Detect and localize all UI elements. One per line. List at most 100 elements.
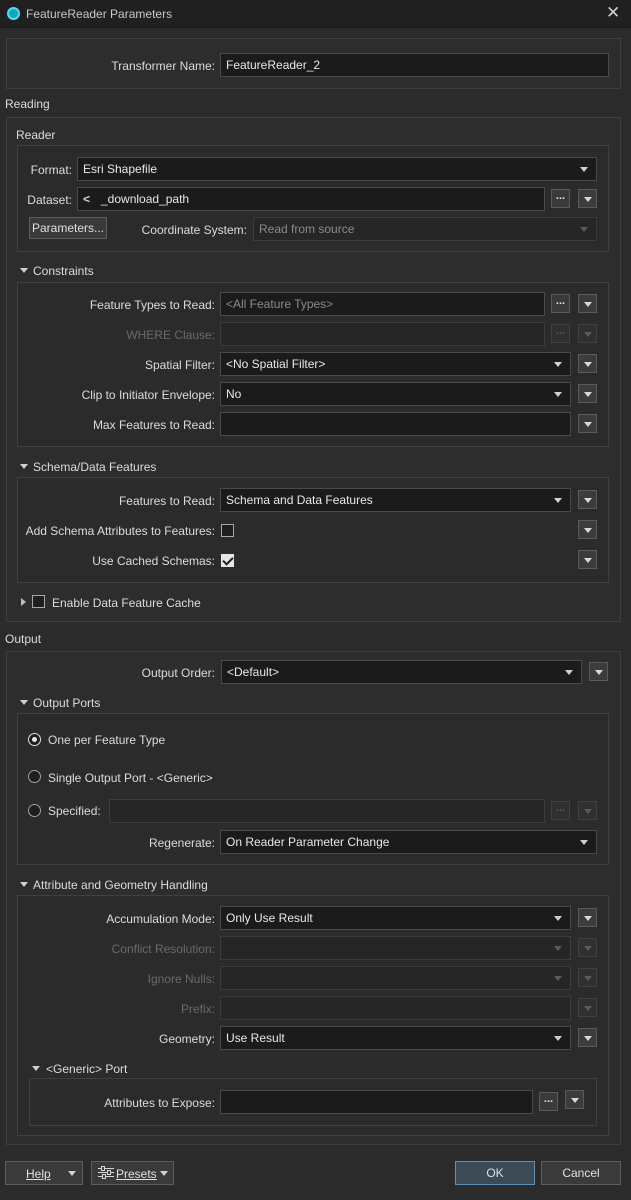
attr-handling-collapse-icon[interactable] xyxy=(20,882,28,887)
output-order-select[interactable]: <Default> xyxy=(221,660,582,684)
prefix-input[interactable] xyxy=(220,996,571,1020)
cache-label: Enable Data Feature Cache xyxy=(52,596,201,610)
feature-types-label: Feature Types to Read: xyxy=(89,298,215,312)
features-to-read-menu-button[interactable] xyxy=(578,490,597,509)
attr-handling-group-title[interactable]: Attribute and Geometry Handling xyxy=(33,878,208,892)
clip-envelope-select[interactable]: No xyxy=(220,382,571,406)
chevron-down-icon xyxy=(595,670,603,675)
dataset-menu-button[interactable] xyxy=(578,189,597,208)
feature-types-menu-button[interactable] xyxy=(578,294,597,313)
constraints-collapse-icon[interactable] xyxy=(20,268,28,273)
feature-types-input[interactable]: <All Feature Types> xyxy=(220,292,545,316)
accumulation-mode-select[interactable]: Only Use Result xyxy=(220,906,571,930)
where-clause-browse-button[interactable]: ... xyxy=(551,324,570,343)
parameters-button[interactable]: Parameters... xyxy=(29,217,107,239)
schema-collapse-icon[interactable] xyxy=(20,464,28,469)
dataset-input[interactable]: < _download_path xyxy=(77,187,545,211)
output-ports-group-title[interactable]: Output Ports xyxy=(33,696,100,710)
radio-single-output-port[interactable] xyxy=(28,770,41,783)
spatial-filter-value: <No Spatial Filter> xyxy=(226,357,326,371)
features-to-read-value: Schema and Data Features xyxy=(226,493,373,507)
accumulation-mode-menu-button[interactable] xyxy=(578,908,597,927)
help-button[interactable]: Help xyxy=(5,1161,83,1185)
chevron-down-icon xyxy=(580,227,588,232)
cached-schemas-label: Use Cached Schemas: xyxy=(92,554,215,568)
cached-schemas-checkbox[interactable] xyxy=(221,554,234,567)
geometry-select[interactable]: Use Result xyxy=(220,1026,571,1050)
clip-envelope-menu-button[interactable] xyxy=(578,384,597,403)
features-to-read-select[interactable]: Schema and Data Features xyxy=(220,488,571,512)
clip-envelope-label: Clip to Initiator Envelope: xyxy=(81,388,215,402)
attributes-to-expose-label: Attributes to Expose: xyxy=(104,1096,215,1110)
conflict-resolution-select[interactable] xyxy=(220,936,571,960)
cached-schemas-menu-button[interactable] xyxy=(578,550,597,569)
single-output-port-label: Single Output Port - <Generic> xyxy=(48,771,213,785)
reading-section-title: Reading xyxy=(5,97,50,111)
accumulation-mode-label: Accumulation Mode: xyxy=(106,912,215,926)
chevron-down-icon xyxy=(554,916,562,921)
sliders-icon xyxy=(98,1166,114,1180)
output-ports-collapse-icon[interactable] xyxy=(20,700,28,705)
generic-port-group-title[interactable]: <Generic> Port xyxy=(46,1062,127,1076)
max-features-menu-button[interactable] xyxy=(578,414,597,433)
geometry-label: Geometry: xyxy=(158,1032,215,1046)
transformer-name-input[interactable]: FeatureReader_2 xyxy=(220,53,609,77)
coordinate-system-select[interactable]: Read from source xyxy=(253,217,597,241)
attributes-to-expose-menu-button[interactable] xyxy=(565,1090,584,1109)
specified-menu-button[interactable] xyxy=(578,801,597,820)
radio-one-per-feature-type[interactable] xyxy=(28,733,41,746)
coordinate-system-placeholder: Read from source xyxy=(259,222,355,236)
chevron-down-icon xyxy=(584,976,592,981)
features-to-read-label: Features to Read: xyxy=(118,494,215,508)
prefix-menu-button[interactable] xyxy=(578,998,597,1017)
conflict-resolution-menu-button[interactable] xyxy=(578,938,597,957)
chevron-down-icon xyxy=(584,362,592,367)
dataset-browse-button[interactable]: ... xyxy=(551,189,570,208)
close-icon[interactable]: ✕ xyxy=(606,3,620,23)
output-section-title: Output xyxy=(5,632,42,646)
add-schema-checkbox[interactable] xyxy=(221,524,234,537)
chevron-down-icon xyxy=(554,362,562,367)
spatial-filter-select[interactable]: <No Spatial Filter> xyxy=(220,352,571,376)
where-clause-input[interactable] xyxy=(220,322,545,346)
constraints-group-title[interactable]: Constraints xyxy=(33,264,94,278)
ignore-nulls-menu-button[interactable] xyxy=(578,968,597,987)
cache-checkbox[interactable] xyxy=(32,595,45,608)
user-parameter-icon: < xyxy=(83,192,91,206)
feature-types-browse-button[interactable]: ... xyxy=(551,294,570,313)
chevron-down-icon xyxy=(584,332,592,337)
chevron-down-icon xyxy=(584,1036,592,1041)
presets-button[interactable]: Presets xyxy=(91,1161,174,1185)
radio-specified[interactable] xyxy=(28,804,41,817)
cancel-button[interactable]: Cancel xyxy=(541,1161,621,1185)
geometry-menu-button[interactable] xyxy=(578,1028,597,1047)
regenerate-select[interactable]: On Reader Parameter Change xyxy=(220,830,597,854)
output-order-value: <Default> xyxy=(227,665,280,679)
max-features-input[interactable] xyxy=(220,412,571,436)
add-schema-label: Add Schema Attributes to Features: xyxy=(25,524,215,538)
chevron-down-icon xyxy=(554,392,562,397)
spatial-filter-label: Spatial Filter: xyxy=(144,358,215,372)
ignore-nulls-select[interactable] xyxy=(220,966,571,990)
specified-label: Specified: xyxy=(48,804,101,818)
clip-envelope-value: No xyxy=(226,387,242,401)
generic-port-collapse-icon[interactable] xyxy=(32,1066,40,1071)
format-select[interactable]: Esri Shapefile xyxy=(77,157,597,181)
output-order-menu-button[interactable] xyxy=(589,662,608,681)
cache-expand-icon[interactable] xyxy=(21,598,26,606)
schema-group-title[interactable]: Schema/Data Features xyxy=(33,460,156,474)
attributes-to-expose-input[interactable] xyxy=(220,1090,533,1114)
where-clause-menu-button[interactable] xyxy=(578,324,597,343)
add-schema-menu-button[interactable] xyxy=(578,520,597,539)
spatial-filter-menu-button[interactable] xyxy=(578,354,597,373)
format-label: Format: xyxy=(30,163,72,177)
ok-button[interactable]: OK xyxy=(455,1161,535,1185)
where-clause-label: WHERE Clause: xyxy=(126,328,215,342)
specified-input[interactable] xyxy=(109,799,545,823)
specified-browse-button[interactable]: ... xyxy=(551,801,570,820)
chevron-down-icon xyxy=(160,1171,168,1176)
chevron-down-icon xyxy=(584,392,592,397)
attributes-to-expose-browse-button[interactable]: ... xyxy=(539,1092,558,1111)
output-order-label: Output Order: xyxy=(141,666,215,680)
app-icon xyxy=(7,7,20,20)
